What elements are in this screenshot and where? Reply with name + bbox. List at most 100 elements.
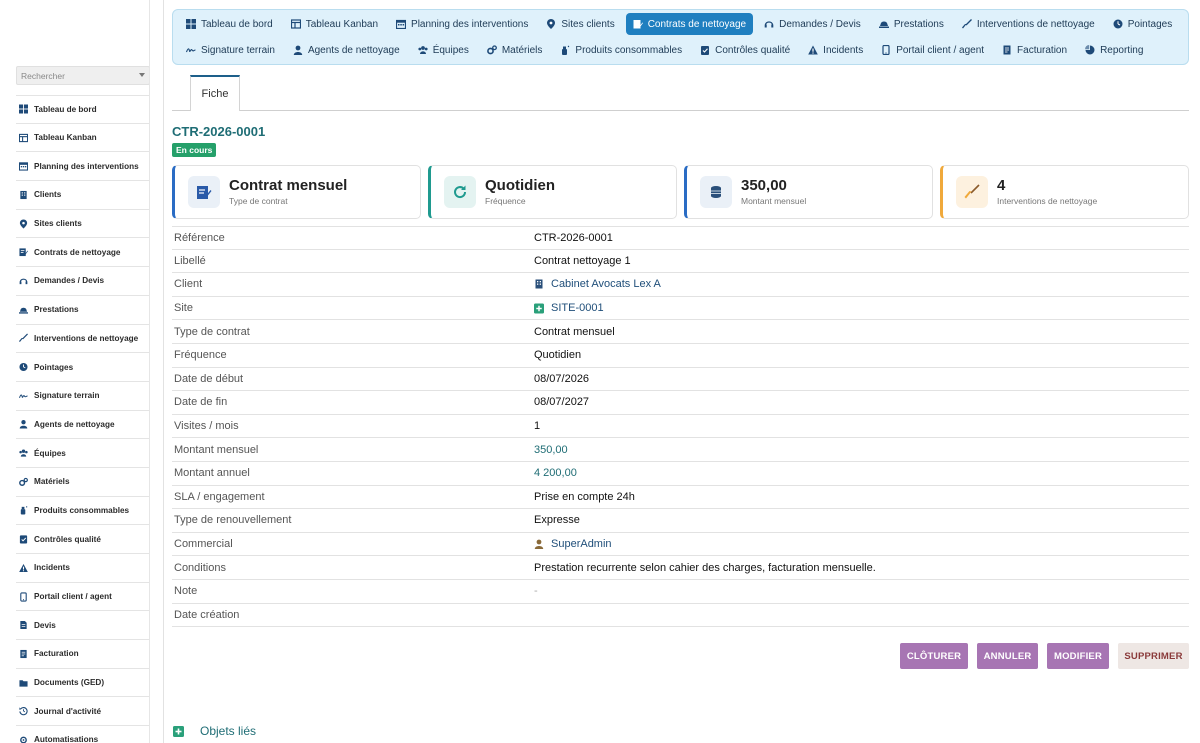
top-menu-item[interactable]: Contrôles qualité	[693, 39, 797, 61]
search-select[interactable]: Rechercher	[16, 66, 149, 85]
detail-value-text: -	[534, 585, 538, 598]
detail-row: Libellé Contrat nettoyage 1	[172, 250, 1189, 274]
card-value: 350,00	[741, 177, 787, 194]
sidebar-item[interactable]: Tableau de bord	[16, 95, 149, 124]
detail-link[interactable]: SITE-0001	[534, 302, 604, 314]
tab-fiche[interactable]: Fiche	[190, 75, 240, 111]
detail-value: Contrat mensuel	[534, 326, 615, 338]
card-value: 4	[997, 177, 1006, 194]
sidebar-item[interactable]: Contrôles qualité	[16, 525, 149, 554]
top-menu-item[interactable]: Tableau Kanban	[284, 13, 385, 35]
top-menu: Tableau de bord Tableau Kanban Planning de…	[172, 9, 1189, 65]
top-menu-item-label: Reporting	[1100, 44, 1144, 56]
top-menu-item-label: Contrats de nettoyage	[647, 18, 747, 30]
summary-card: Quotidien Fréquence	[428, 165, 677, 219]
linked-objects-toggle[interactable]: Objets liés	[173, 724, 256, 738]
detail-label: Conditions	[174, 561, 226, 574]
sidebar-item[interactable]: Documents (GED)	[16, 669, 149, 698]
top-menu-item[interactable]: Facturation	[995, 39, 1074, 61]
cloturer-button[interactable]: CLÔTURER	[900, 643, 968, 669]
detail-row: Note -	[172, 580, 1189, 604]
card-label: Montant mensuel	[741, 196, 807, 206]
top-menu-item[interactable]: Pointages	[1106, 13, 1179, 35]
sidebar-item-label: Documents (GED)	[34, 678, 105, 688]
sidebar-item[interactable]: Incidents	[16, 554, 149, 583]
top-menu-item[interactable]: Agents de nettoyage	[286, 39, 407, 61]
sidebar-item[interactable]: Équipes	[16, 439, 149, 468]
sidebar-item[interactable]: Tableau Kanban	[16, 124, 149, 153]
sidebar-item-label: Facturation	[34, 649, 79, 659]
sidebar-item-label: Devis	[34, 620, 56, 630]
detail-link[interactable]: SuperAdmin	[534, 538, 612, 550]
sidebar-menu: Tableau de bord Tableau Kanban Planning de…	[16, 95, 149, 743]
top-menu-item[interactable]: Portail client / agent	[874, 39, 991, 61]
detail-link[interactable]: Cabinet Avocats Lex A	[534, 278, 661, 290]
top-menu-item[interactable]: Tableau de bord	[179, 13, 280, 35]
chevron-down-icon	[139, 73, 145, 77]
top-menu-item[interactable]: Demandes / Devis	[757, 13, 868, 35]
service-icon	[19, 305, 28, 314]
modifier-button[interactable]: MODIFIER	[1047, 643, 1109, 669]
sidebar-panel: Rechercher Tableau de bord Tableau Kanban…	[16, 0, 150, 743]
spray-icon	[560, 45, 570, 55]
clock-icon	[1113, 19, 1123, 29]
dashboard-icon	[19, 104, 28, 114]
refresh-icon	[444, 176, 476, 208]
user-icon	[293, 45, 303, 55]
sidebar-item-label: Demandes / Devis	[34, 276, 105, 286]
detail-value-text: Expresse	[534, 514, 580, 527]
team-icon	[418, 45, 428, 55]
top-menu-item[interactable]: Contrats de nettoyage	[625, 13, 754, 35]
sidebar-item[interactable]: Facturation	[16, 640, 149, 669]
sidebar-item[interactable]: Signature terrain	[16, 382, 149, 411]
detail-row: Référence CTR-2026-0001	[172, 226, 1189, 250]
sidebar-item[interactable]: Journal d'activité	[16, 697, 149, 727]
headset-icon	[19, 276, 28, 285]
sidebar-item-label: Matériels	[34, 477, 70, 487]
detail-value: 08/07/2027	[534, 396, 589, 408]
detail-value: 08/07/2026	[534, 373, 589, 385]
sidebar-item[interactable]: Prestations	[16, 296, 149, 325]
top-menu-item[interactable]: Prestations	[872, 13, 951, 35]
top-menu-item[interactable]: Matériels	[480, 39, 550, 61]
sidebar-item[interactable]: Demandes / Devis	[16, 267, 149, 296]
sidebar-item[interactable]: Clients	[16, 181, 149, 210]
sidebar-item[interactable]: Planning des interventions	[16, 152, 149, 182]
detail-value-text: 4 200,00	[534, 467, 577, 480]
supprimer-button[interactable]: SUPPRIMER	[1118, 643, 1189, 669]
kanban-icon	[19, 133, 28, 142]
sidebar-item[interactable]: Contrats de nettoyage	[16, 238, 149, 268]
top-menu-item[interactable]: Incidents	[801, 39, 870, 61]
contract-icon	[19, 248, 28, 257]
detail-value-text: 08/07/2026	[534, 372, 590, 385]
sidebar-item[interactable]: Pointages	[16, 353, 149, 382]
top-menu-item[interactable]: Planning des interventions	[389, 13, 535, 35]
top-menu-item[interactable]: Interventions de nettoyage	[955, 13, 1102, 35]
sidebar-item[interactable]: Devis	[16, 611, 149, 641]
top-menu-item[interactable]: Sites clients	[539, 13, 621, 35]
clipboard-check-icon	[19, 535, 28, 544]
sidebar-item[interactable]: Produits consommables	[16, 497, 149, 526]
calendar-icon	[19, 162, 28, 171]
document-icon	[19, 621, 28, 630]
sidebar-item[interactable]: Automatisations	[16, 726, 149, 743]
user-icon	[534, 539, 544, 550]
sidebar-item[interactable]: Portail client / agent	[16, 583, 149, 612]
sidebar-item[interactable]: Matériels	[16, 468, 149, 497]
detail-value-text: Prise en compte 24h	[534, 490, 635, 503]
sidebar-item-label: Journal d'activité	[34, 706, 102, 716]
sidebar-item-label: Automatisations	[34, 735, 99, 743]
detail-value-text: SuperAdmin	[551, 538, 612, 551]
top-menu-item[interactable]: Produits consommables	[553, 39, 689, 61]
top-menu-item[interactable]: Signature terrain	[179, 39, 282, 61]
calendar-icon	[396, 19, 407, 29]
top-menu-item[interactable]: Reporting	[1078, 39, 1150, 61]
sidebar-item-label: Interventions de nettoyage	[34, 333, 139, 343]
detail-label: Client	[174, 278, 203, 291]
top-menu-item[interactable]: Équipes	[411, 39, 476, 61]
annuler-button[interactable]: ANNULER	[977, 643, 1038, 669]
sidebar-item[interactable]: Sites clients	[16, 210, 149, 239]
contract-icon	[633, 19, 643, 29]
sidebar-item[interactable]: Agents de nettoyage	[16, 411, 149, 440]
sidebar-item[interactable]: Interventions de nettoyage	[16, 325, 149, 354]
